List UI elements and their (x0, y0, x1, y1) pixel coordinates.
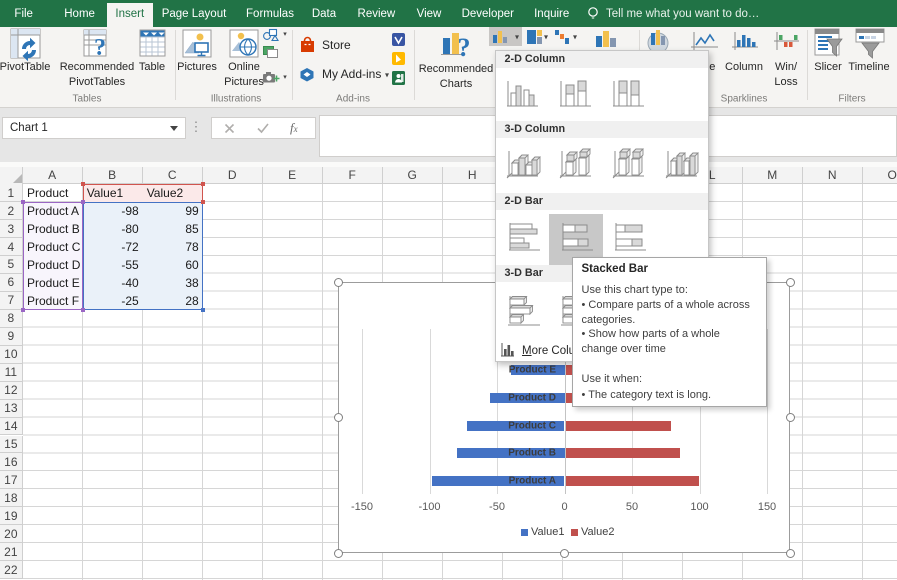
svg-text:?: ? (458, 33, 471, 62)
svg-text:?: ? (94, 35, 106, 61)
